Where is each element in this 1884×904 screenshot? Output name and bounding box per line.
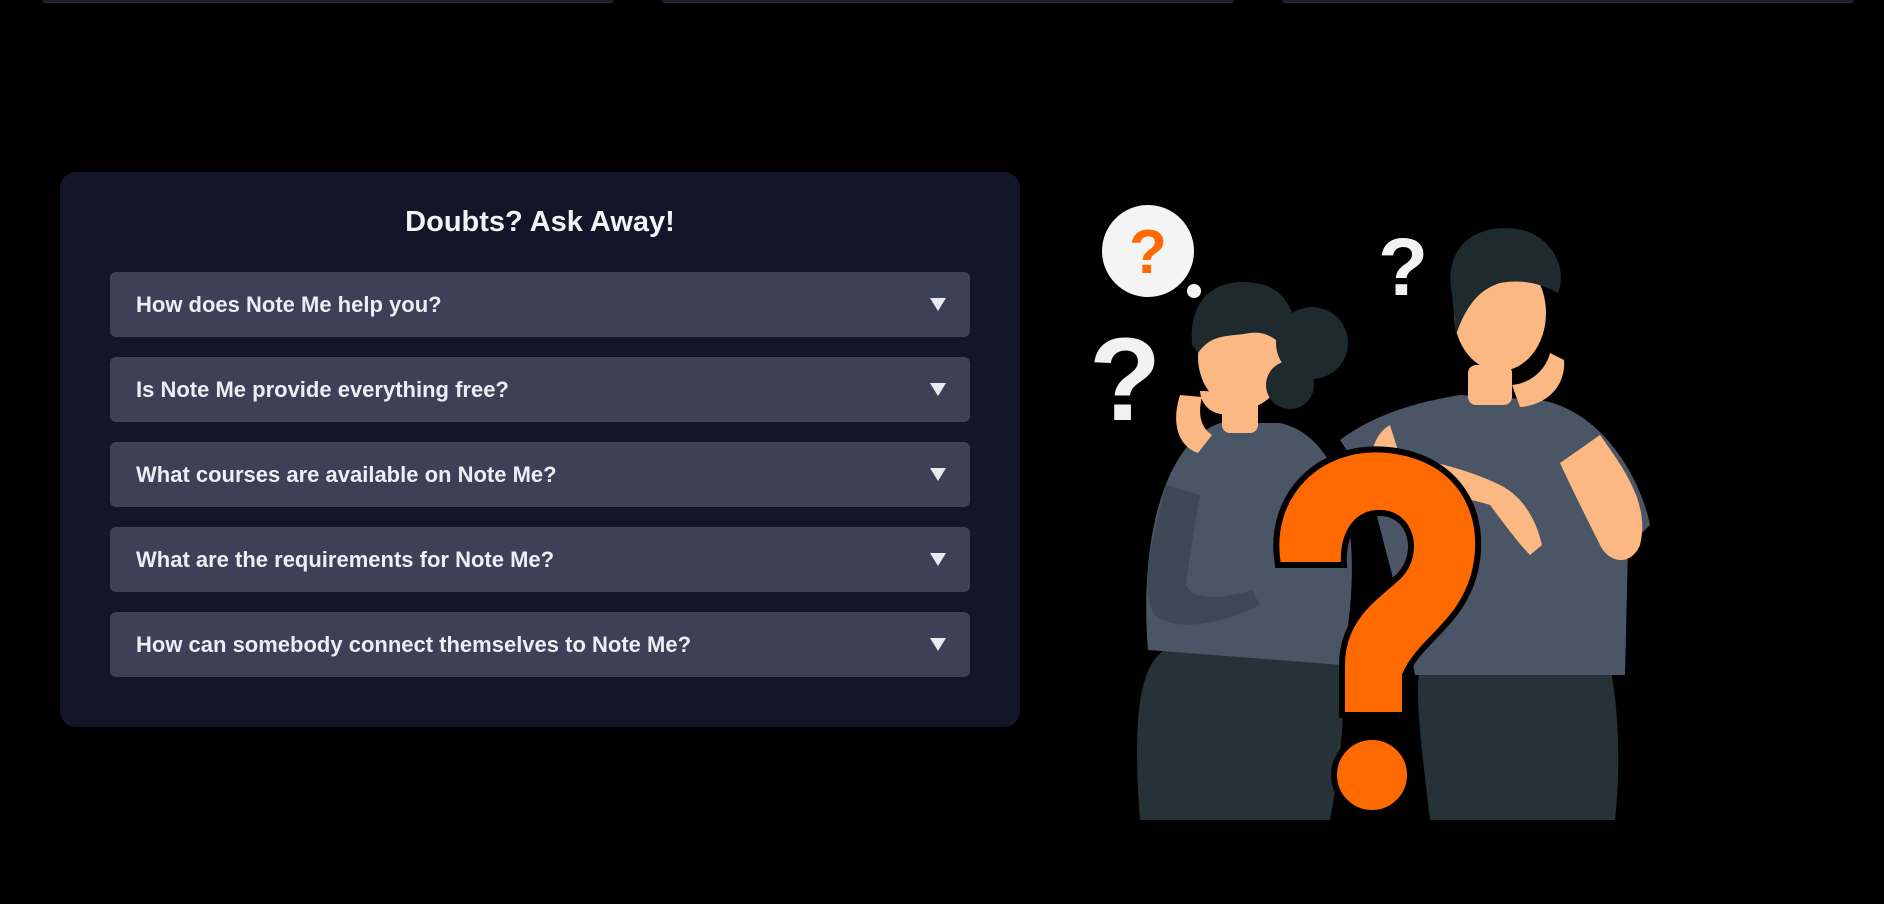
faq-question: What are the requirements for Note Me? bbox=[136, 546, 555, 572]
people-wondering-illustration: ? ? ? bbox=[1089, 205, 1650, 820]
faq-item-courses[interactable]: What courses are available on Note Me? bbox=[110, 442, 970, 507]
caret-down-icon[interactable] bbox=[930, 298, 946, 311]
top-card-1 bbox=[42, 0, 614, 3]
top-card-2 bbox=[662, 0, 1234, 3]
caret-down-icon[interactable] bbox=[930, 638, 946, 651]
faq-item-connect[interactable]: How can somebody connect themselves to N… bbox=[110, 612, 970, 677]
top-card-3 bbox=[1282, 0, 1854, 3]
speech-bubble-icon: ? bbox=[1102, 205, 1201, 298]
caret-down-icon[interactable] bbox=[930, 553, 946, 566]
man-figure bbox=[1340, 227, 1650, 820]
faq-item-help[interactable]: How does Note Me help you? bbox=[110, 272, 970, 337]
faq-panel: Doubts? Ask Away! How does Note Me help … bbox=[60, 172, 1020, 727]
faq-question: Is Note Me provide everything free? bbox=[136, 376, 509, 402]
faq-list: How does Note Me help you? Is Note Me pr… bbox=[110, 272, 970, 697]
svg-text:?: ? bbox=[1129, 218, 1167, 287]
faq-question: What courses are available on Note Me? bbox=[136, 461, 557, 487]
faq-question: How does Note Me help you? bbox=[136, 291, 442, 317]
question-mark-icon: ? bbox=[1089, 314, 1161, 446]
caret-down-icon[interactable] bbox=[930, 468, 946, 481]
faq-question: How can somebody connect themselves to N… bbox=[136, 631, 692, 657]
faq-item-free[interactable]: Is Note Me provide everything free? bbox=[110, 357, 970, 422]
question-mark-icon: ? bbox=[1378, 222, 1428, 313]
faq-title: Doubts? Ask Away! bbox=[405, 206, 675, 238]
caret-down-icon[interactable] bbox=[930, 383, 946, 396]
faq-item-requirements[interactable]: What are the requirements for Note Me? bbox=[110, 527, 970, 592]
